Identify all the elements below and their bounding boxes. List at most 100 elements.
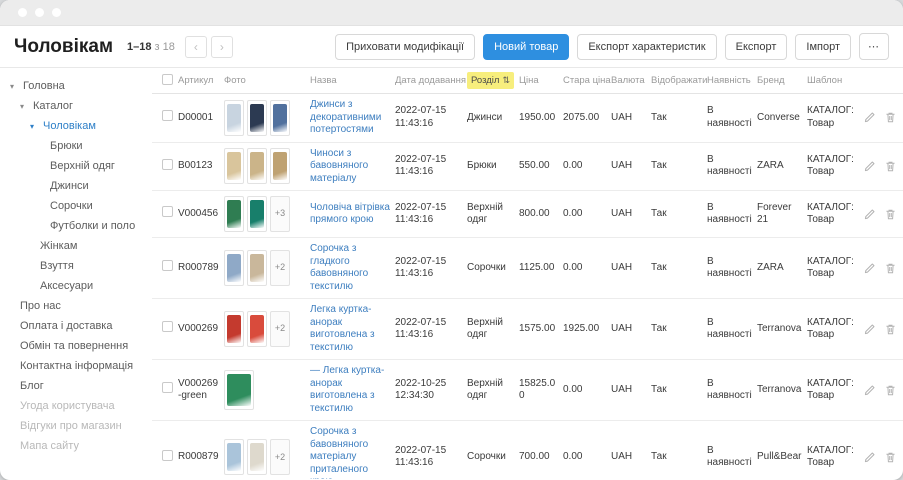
more-actions-button[interactable]: ⋯ bbox=[859, 33, 889, 60]
cell-name: Легка куртка-анорак виготовлена з тексти… bbox=[310, 299, 395, 359]
export-button[interactable]: Експорт bbox=[725, 34, 788, 60]
sidebar-item[interactable]: Взуття bbox=[0, 256, 152, 276]
sort-icon[interactable]: ⇅ bbox=[502, 75, 510, 86]
delete-button[interactable] bbox=[884, 160, 897, 173]
more-photos-badge[interactable]: +2 bbox=[270, 311, 290, 347]
row-checkbox[interactable] bbox=[162, 321, 173, 332]
column-header[interactable]: Бренд bbox=[757, 75, 807, 86]
chevron-down-icon[interactable]: ▾ bbox=[10, 82, 19, 91]
sidebar-item[interactable]: ▾Головна bbox=[0, 76, 152, 96]
sidebar-item[interactable]: Сорочки bbox=[0, 196, 152, 216]
window-dot[interactable] bbox=[35, 8, 44, 17]
chevron-down-icon[interactable]: ▾ bbox=[30, 122, 39, 131]
column-header[interactable]: Дата додавання bbox=[395, 75, 467, 86]
sidebar-item[interactable]: Обмін та повернення bbox=[0, 336, 152, 356]
window-dot[interactable] bbox=[52, 8, 61, 17]
table-row: R000879 +2 Сорочка з бавовняного матеріа… bbox=[152, 421, 903, 479]
sidebar-item[interactable]: Оплата і доставка bbox=[0, 316, 152, 336]
cell-checkbox bbox=[152, 105, 178, 131]
product-name-link[interactable]: Легка куртка-анорак виготовлена з тексти… bbox=[310, 304, 375, 353]
column-header[interactable]: Відображати bbox=[651, 75, 707, 86]
product-name-link[interactable]: Сорочка з бавовняного матеріалу притален… bbox=[310, 426, 368, 479]
column-header[interactable]: Стара ціна bbox=[563, 75, 611, 86]
sidebar-item[interactable]: Джинси bbox=[0, 176, 152, 196]
sidebar-item[interactable]: Верхній одяг bbox=[0, 156, 152, 176]
more-photos-badge[interactable]: +2 bbox=[270, 250, 290, 286]
pagination-text: 1–18 з 18 bbox=[127, 41, 175, 53]
delete-button[interactable] bbox=[884, 384, 897, 397]
select-all-checkbox[interactable] bbox=[162, 74, 173, 85]
window-dot[interactable] bbox=[18, 8, 27, 17]
sidebar-item[interactable]: ▾Чоловікам bbox=[0, 116, 152, 136]
hide-modifications-button[interactable]: Приховати модифікації bbox=[335, 34, 475, 60]
row-checkbox[interactable] bbox=[162, 382, 173, 393]
cell-availability: В наявності bbox=[707, 440, 757, 475]
import-button[interactable]: Імпорт bbox=[795, 34, 851, 60]
edit-button[interactable] bbox=[863, 262, 876, 275]
sidebar-item[interactable]: Аксесуари bbox=[0, 276, 152, 296]
sidebar-item[interactable]: Футболки и поло bbox=[0, 216, 152, 236]
sidebar-item[interactable]: Брюки bbox=[0, 136, 152, 156]
product-name-link[interactable]: Джинси з декоративними потертостями bbox=[310, 99, 381, 135]
prev-page-button[interactable]: ‹ bbox=[185, 36, 207, 58]
product-name-link[interactable]: Сорочка з гладкого бавовняного текстилю bbox=[310, 243, 368, 292]
sidebar-item[interactable]: Про нас bbox=[0, 296, 152, 316]
cell-section: Сорочки bbox=[467, 257, 519, 280]
product-name-link[interactable]: — Легка куртка-анорак виготовлена з текс… bbox=[310, 365, 384, 414]
chevron-down-icon[interactable]: ▾ bbox=[20, 102, 29, 111]
more-photos-badge[interactable]: +2 bbox=[270, 439, 290, 475]
sidebar-item[interactable]: Угода користувача bbox=[0, 396, 152, 416]
column-header[interactable]: Артикул bbox=[178, 75, 224, 86]
row-checkbox[interactable] bbox=[162, 450, 173, 461]
delete-button[interactable] bbox=[884, 323, 897, 336]
edit-button[interactable] bbox=[863, 384, 876, 397]
cell-availability: В наявності bbox=[707, 251, 757, 286]
row-checkbox[interactable] bbox=[162, 110, 173, 121]
more-photos-badge[interactable]: +3 bbox=[270, 196, 290, 232]
export-characteristics-button[interactable]: Експорт характеристик bbox=[577, 34, 716, 60]
row-checkbox[interactable] bbox=[162, 159, 173, 170]
cell-currency: UAH bbox=[611, 107, 651, 130]
column-header[interactable]: Валюта bbox=[611, 75, 651, 86]
row-checkbox[interactable] bbox=[162, 206, 173, 217]
delete-button[interactable] bbox=[884, 451, 897, 464]
edit-button[interactable] bbox=[863, 451, 876, 464]
delete-button[interactable] bbox=[884, 111, 897, 124]
product-name-link[interactable]: Чиноси з бавовняного матеріалу bbox=[310, 148, 368, 184]
cell-display: Так bbox=[651, 446, 707, 469]
sidebar-item[interactable]: ▾Каталог bbox=[0, 96, 152, 116]
table-body: D00001 Джинси з декоративними потертостя… bbox=[152, 94, 903, 479]
sidebar-item[interactable]: Блог bbox=[0, 376, 152, 396]
column-header[interactable]: Фото bbox=[224, 75, 310, 86]
column-header-label: Бренд bbox=[757, 75, 785, 86]
edit-button[interactable] bbox=[863, 323, 876, 336]
date-line: 2022-07-15 bbox=[395, 256, 462, 269]
row-checkbox[interactable] bbox=[162, 260, 173, 271]
edit-button[interactable] bbox=[863, 111, 876, 124]
new-product-button[interactable]: Новий товар bbox=[483, 34, 569, 60]
sidebar-item[interactable]: Відгуки про магазин bbox=[0, 416, 152, 436]
product-name-link[interactable]: Чоловіча вітрівка прямого крою bbox=[310, 202, 390, 226]
edit-button[interactable] bbox=[863, 208, 876, 221]
column-header[interactable]: Розділ⇅ bbox=[467, 72, 519, 89]
edit-button[interactable] bbox=[863, 160, 876, 173]
column-header[interactable]: Назва bbox=[310, 75, 395, 86]
column-header[interactable]: Ціна bbox=[519, 75, 563, 86]
column-header[interactable]: Наявність bbox=[707, 75, 757, 86]
cell-currency: UAH bbox=[611, 379, 651, 402]
sidebar-item[interactable]: Жінкам bbox=[0, 236, 152, 256]
next-page-button[interactable]: › bbox=[211, 36, 233, 58]
highlighted-sort-column[interactable]: Розділ⇅ bbox=[467, 72, 514, 89]
sidebar-item[interactable]: Контактна інформація bbox=[0, 356, 152, 376]
sidebar-item-label: Блог bbox=[20, 380, 44, 392]
column-header[interactable]: Шаблон bbox=[807, 75, 863, 86]
photo-list bbox=[224, 148, 305, 184]
sidebar-item[interactable]: Мапа сайту bbox=[0, 436, 152, 456]
template-line-2: Товар bbox=[807, 118, 858, 131]
cell-display: Так bbox=[651, 379, 707, 402]
cell-template: КАТАЛОГ: Товар bbox=[807, 149, 863, 184]
delete-button[interactable] bbox=[884, 208, 897, 221]
product-photo bbox=[270, 148, 290, 184]
delete-button[interactable] bbox=[884, 262, 897, 275]
product-photo bbox=[247, 148, 267, 184]
